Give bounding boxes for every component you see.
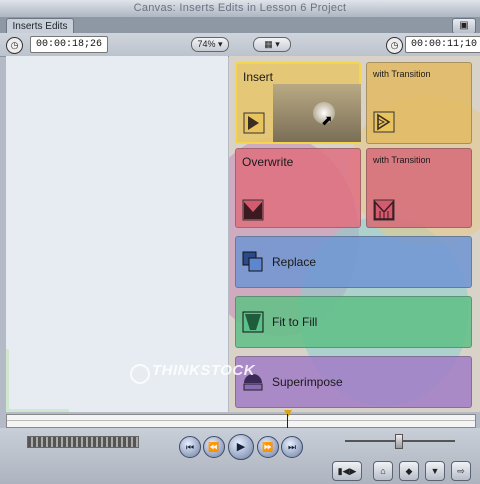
insert-with-transition-button[interactable]: with Transition: [366, 62, 472, 144]
window-title: Canvas: Inserts Edits in Lesson 6 Projec…: [133, 2, 347, 14]
playhead-icon[interactable]: [284, 410, 292, 417]
zoom-value: 74%: [197, 39, 216, 49]
mark-clip-button[interactable]: ⌂: [373, 461, 393, 481]
watermark-label: THINKSTOCK: [152, 362, 256, 379]
mark-in-out-button[interactable]: ⇨: [451, 461, 471, 481]
watermark-text: THINKSTOCK: [152, 362, 255, 379]
playhead-line: [287, 414, 288, 428]
overwrite-label: Overwrite: [242, 155, 294, 169]
zoom-popup[interactable]: 74% ▾: [191, 37, 229, 52]
replace-icon: [242, 251, 263, 272]
superimpose-button[interactable]: Superimpose: [235, 356, 472, 408]
match-frame-button[interactable]: ▮◀▶: [332, 461, 362, 481]
replace-label: Replace: [272, 255, 317, 269]
shuttle-control[interactable]: [345, 434, 455, 449]
current-time-clock-icon: ◷: [386, 37, 403, 54]
insert-label: Insert: [243, 70, 274, 84]
fit-to-fill-icon: [242, 311, 264, 333]
insert-thumbnail: ⬈: [273, 84, 361, 142]
go-to-end-button[interactable]: ⏭: [281, 436, 303, 458]
view-popup[interactable]: ▦ ▾: [253, 37, 291, 52]
duration-clock-icon: ◷: [6, 37, 23, 54]
overwrite-icon: [242, 199, 264, 221]
camera-icon[interactable]: ▣: [452, 18, 476, 34]
insert-with-transition-label: with Transition: [373, 69, 431, 79]
view-options-icon: ▦: [264, 39, 273, 49]
mouse-cursor-icon: ⬈: [321, 112, 333, 128]
tab-row: Inserts Edits ▣: [0, 17, 480, 34]
watermark-logo-icon: [130, 364, 150, 384]
insert-button[interactable]: Insert ⬈: [235, 62, 361, 144]
previous-edit-button[interactable]: ⏪: [203, 436, 225, 458]
overwrite-with-transition-label: with Transition: [373, 155, 431, 165]
tab-inserts-edits[interactable]: Inserts Edits: [6, 18, 74, 34]
superimpose-label: Superimpose: [272, 375, 343, 389]
canvas-viewer[interactable]: [6, 56, 228, 412]
add-marker-button[interactable]: ▼: [425, 461, 445, 481]
insert-transition-icon: [373, 111, 395, 133]
jog-control[interactable]: [27, 436, 139, 448]
scrubber-bar[interactable]: [6, 414, 476, 428]
overwrite-button[interactable]: Overwrite: [235, 148, 361, 228]
add-keyframe-button[interactable]: ◆: [399, 461, 419, 481]
overwrite-transition-icon: [373, 199, 395, 221]
next-edit-button[interactable]: ⏩: [257, 436, 279, 458]
overwrite-with-transition-button[interactable]: with Transition: [366, 148, 472, 228]
title-bar: Canvas: Inserts Edits in Lesson 6 Projec…: [0, 0, 480, 18]
scrubber-track: [7, 420, 475, 421]
play-button[interactable]: ▶: [228, 434, 254, 460]
duration-timecode[interactable]: 00:00:18;26: [30, 36, 109, 53]
shuttle-thumb[interactable]: [395, 434, 403, 449]
fit-to-fill-button[interactable]: Fit to Fill: [235, 296, 472, 348]
fit-to-fill-label: Fit to Fill: [272, 315, 318, 329]
title-safe-frame: [6, 349, 69, 412]
current-timecode[interactable]: 00:00:11;10: [405, 36, 480, 53]
canvas-controls: ◷ 00:00:18;26 74% ▾ ▦ ▾ ◷ 00:00:11;10: [0, 33, 480, 57]
insert-icon: [243, 112, 265, 134]
go-to-start-button[interactable]: ⏮: [179, 436, 201, 458]
edit-overlay: Insert ⬈ with Transition Overwrite with …: [229, 56, 480, 412]
replace-button[interactable]: Replace: [235, 236, 472, 288]
